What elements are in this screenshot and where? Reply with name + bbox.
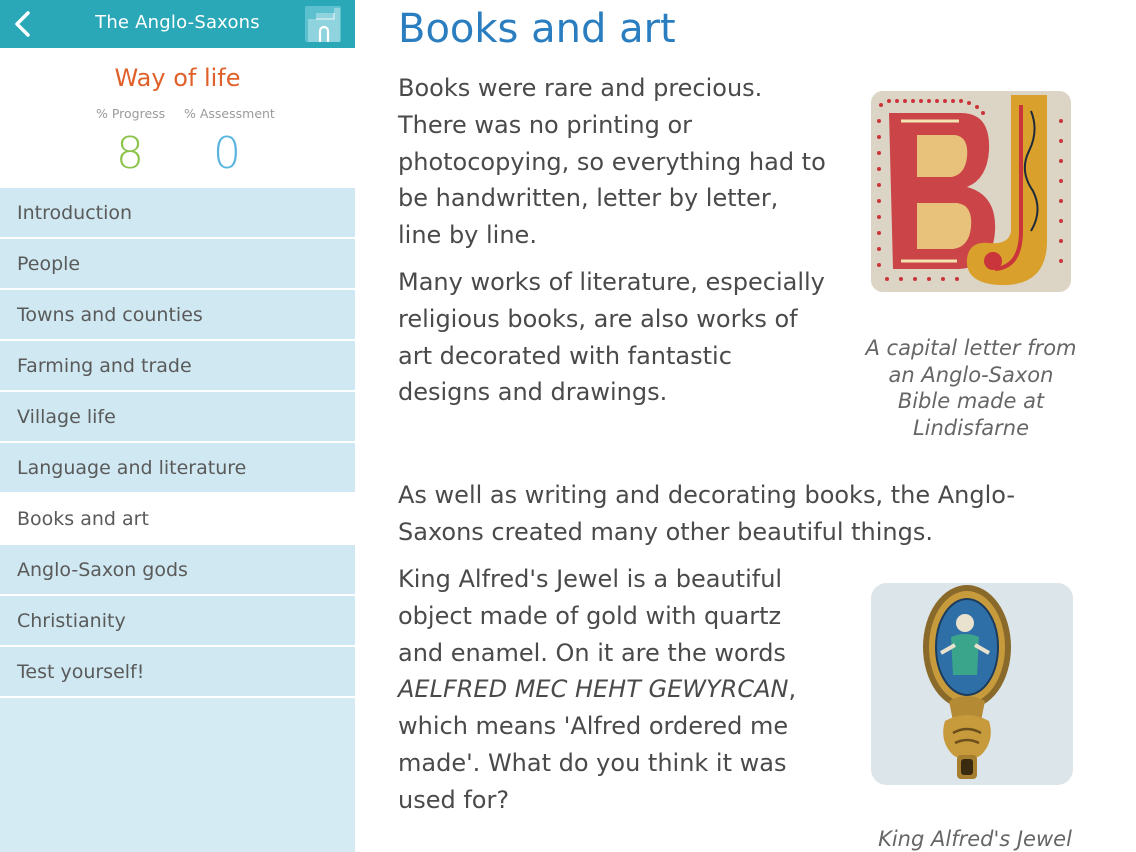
paragraph-books-rare: Books were rare and precious. There was …	[398, 74, 826, 250]
illuminated-letter-image	[871, 91, 1071, 292]
castle-icon	[305, 6, 341, 42]
chapter-menu: Introduction People Towns and counties F…	[0, 188, 355, 698]
alfred-text-start: King Alfred's Jewel is a beautiful objec…	[398, 565, 786, 667]
caption-capital-letter: A capital letter from an Anglo-Saxon Bib…	[865, 336, 1077, 440]
page-title: Books and art	[398, 6, 676, 52]
progress-value: 8	[116, 128, 144, 179]
home-button[interactable]	[304, 5, 342, 43]
assessment-value: 0	[213, 128, 241, 179]
assessment-label: % Assessment	[184, 106, 275, 121]
menu-item-farming-and-trade[interactable]: Farming and trade	[0, 341, 355, 392]
caption-alfred-jewel: King Alfred's Jewel	[878, 827, 1072, 851]
alfred-jewel-image	[871, 583, 1073, 785]
content-pane: Books and art Books were rare and precio…	[355, 0, 1136, 852]
top-bar: The Anglo-Saxons	[0, 0, 355, 48]
inscription-text: AELFRED MEC HEHT GEWYRCAN	[398, 675, 789, 704]
menu-item-anglo-saxon-gods[interactable]: Anglo-Saxon gods	[0, 545, 355, 596]
paragraph-literature: Many works of literature, especially rel…	[398, 268, 825, 407]
sidebar: The Anglo-Saxons Way of life % Progress …	[0, 0, 355, 852]
menu-item-books-and-art[interactable]: Books and art	[0, 494, 355, 545]
progress-label: % Progress	[96, 106, 166, 121]
progress-panel: Way of life % Progress % Assessment 8 0	[0, 48, 355, 188]
section-title: Way of life	[114, 64, 241, 92]
menu-item-introduction[interactable]: Introduction	[0, 188, 355, 239]
menu-item-towns-and-counties[interactable]: Towns and counties	[0, 290, 355, 341]
menu-item-people[interactable]: People	[0, 239, 355, 290]
menu-item-christianity[interactable]: Christianity	[0, 596, 355, 647]
topbar-title: The Anglo-Saxons	[95, 12, 260, 33]
paragraph-beautiful-things: As well as writing and decorating books,…	[398, 481, 1016, 546]
paragraph-alfred-jewel: King Alfred's Jewel is a beautiful objec…	[398, 561, 818, 819]
menu-item-village-life[interactable]: Village life	[0, 392, 355, 443]
menu-item-test-yourself[interactable]: Test yourself!	[0, 647, 355, 698]
menu-item-language-and-literature[interactable]: Language and literature	[0, 443, 355, 494]
